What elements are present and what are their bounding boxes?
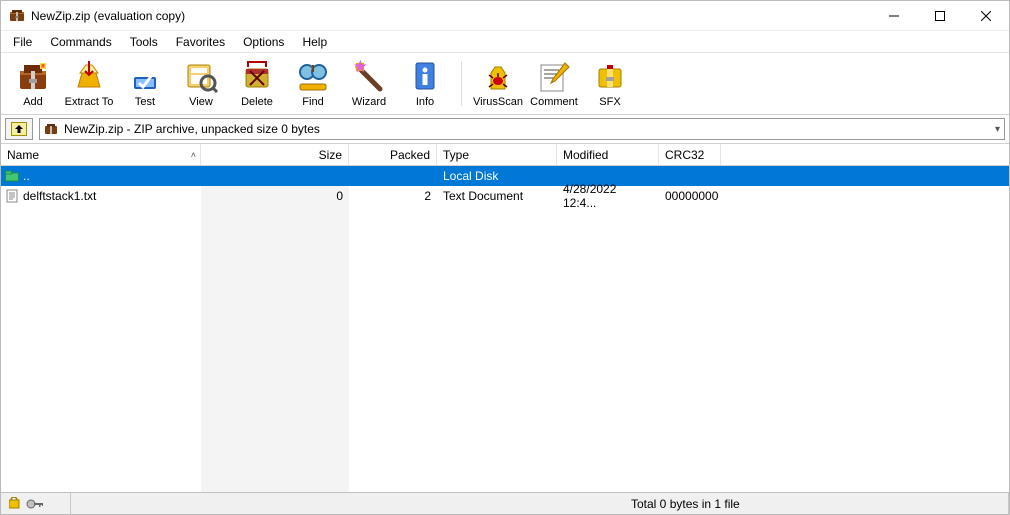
find-icon bbox=[296, 59, 330, 93]
toolbar-test-label: Test bbox=[135, 96, 155, 108]
status-left[interactable] bbox=[1, 493, 71, 514]
row-type: Local Disk bbox=[437, 169, 557, 183]
column-header-name-label: Name bbox=[7, 148, 39, 162]
toolbar-separator bbox=[461, 61, 462, 106]
row-name: .. bbox=[23, 169, 30, 183]
extract-icon bbox=[72, 59, 106, 93]
menu-file[interactable]: File bbox=[5, 33, 40, 51]
toolbar-add[interactable]: Add bbox=[7, 57, 59, 110]
menu-favorites[interactable]: Favorites bbox=[168, 33, 233, 51]
sfx-icon bbox=[593, 59, 627, 93]
maximize-button[interactable] bbox=[917, 1, 963, 31]
toolbar-test[interactable]: Test bbox=[119, 57, 171, 110]
address-text: NewZip.zip - ZIP archive, unpacked size … bbox=[64, 122, 320, 136]
toolbar-wizard[interactable]: Wizard bbox=[343, 57, 395, 110]
toolbar: Add Extract To Test bbox=[1, 53, 1009, 115]
toolbar-add-label: Add bbox=[23, 96, 43, 108]
toolbar-info[interactable]: Info bbox=[399, 57, 451, 110]
toolbar-sfx[interactable]: SFX bbox=[584, 57, 636, 110]
toolbar-virusscan-label: VirusScan bbox=[473, 96, 523, 108]
address-bar[interactable]: NewZip.zip - ZIP archive, unpacked size … bbox=[39, 118, 1005, 140]
menu-options[interactable]: Options bbox=[235, 33, 292, 51]
address-dropdown-icon[interactable]: ▾ bbox=[995, 124, 1000, 135]
toolbar-virusscan[interactable]: VirusScan bbox=[472, 57, 524, 110]
column-header-crc[interactable]: CRC32 bbox=[659, 144, 721, 165]
column-header-modified-label: Modified bbox=[563, 148, 608, 162]
status-bar: Total 0 bytes in 1 file bbox=[1, 492, 1009, 514]
folder-up-icon bbox=[5, 169, 19, 183]
column-header-type-label: Type bbox=[443, 148, 469, 162]
row-size: 0 bbox=[201, 189, 349, 203]
toolbar-info-label: Info bbox=[416, 96, 434, 108]
go-up-button[interactable] bbox=[5, 118, 33, 140]
menu-help[interactable]: Help bbox=[294, 33, 335, 51]
address-row: NewZip.zip - ZIP archive, unpacked size … bbox=[1, 115, 1009, 144]
file-list[interactable]: .. Local Disk delftstack1.txt 0 2 Text D… bbox=[1, 166, 1009, 492]
toolbar-wizard-label: Wizard bbox=[352, 96, 386, 108]
menu-bar: File Commands Tools Favorites Options He… bbox=[1, 31, 1009, 53]
toolbar-sfx-label: SFX bbox=[599, 96, 620, 108]
sort-ascending-icon: ˄ bbox=[191, 150, 196, 160]
menu-tools[interactable]: Tools bbox=[122, 33, 166, 51]
menu-commands[interactable]: Commands bbox=[42, 33, 119, 51]
toolbar-delete[interactable]: Delete bbox=[231, 57, 283, 110]
archive-icon bbox=[44, 122, 58, 136]
virusscan-icon bbox=[481, 59, 515, 93]
column-header-size-label: Size bbox=[319, 148, 342, 162]
size-column-stripe bbox=[201, 166, 349, 492]
status-total-text: Total 0 bytes in 1 file bbox=[631, 497, 740, 511]
column-headers: Name ˄ Size Packed Type Modified CRC32 bbox=[1, 144, 1009, 166]
list-row-file[interactable]: delftstack1.txt 0 2 Text Document 4/28/2… bbox=[1, 186, 1009, 206]
test-icon bbox=[128, 59, 162, 93]
toolbar-extract[interactable]: Extract To bbox=[63, 57, 115, 110]
toolbar-delete-label: Delete bbox=[241, 96, 273, 108]
column-header-name[interactable]: Name ˄ bbox=[1, 144, 201, 165]
toolbar-comment[interactable]: Comment bbox=[528, 57, 580, 110]
toolbar-find-label: Find bbox=[302, 96, 323, 108]
comment-icon bbox=[537, 59, 571, 93]
add-icon bbox=[16, 59, 50, 93]
toolbar-view-label: View bbox=[189, 96, 213, 108]
toolbar-view[interactable]: View bbox=[175, 57, 227, 110]
column-header-crc-label: CRC32 bbox=[665, 148, 704, 162]
minimize-button[interactable] bbox=[871, 1, 917, 31]
column-header-packed-label: Packed bbox=[390, 148, 430, 162]
status-total: Total 0 bytes in 1 file bbox=[623, 493, 1009, 514]
view-icon bbox=[184, 59, 218, 93]
toolbar-extract-label: Extract To bbox=[65, 96, 114, 108]
column-header-packed[interactable]: Packed bbox=[349, 144, 437, 165]
title-bar: NewZip.zip (evaluation copy) bbox=[1, 1, 1009, 31]
column-header-size[interactable]: Size bbox=[201, 144, 349, 165]
close-button[interactable] bbox=[963, 1, 1009, 31]
info-icon bbox=[408, 59, 442, 93]
status-security-icon bbox=[9, 497, 43, 511]
toolbar-find[interactable]: Find bbox=[287, 57, 339, 110]
wizard-icon bbox=[352, 59, 386, 93]
row-modified: 4/28/2022 12:4... bbox=[557, 182, 659, 210]
window-title: NewZip.zip (evaluation copy) bbox=[31, 9, 185, 23]
row-packed: 2 bbox=[349, 189, 437, 203]
row-crc: 00000000 bbox=[659, 189, 721, 203]
list-row-parent[interactable]: .. Local Disk bbox=[1, 166, 1009, 186]
toolbar-comment-label: Comment bbox=[530, 96, 578, 108]
column-header-type[interactable]: Type bbox=[437, 144, 557, 165]
text-file-icon bbox=[5, 189, 19, 203]
column-header-modified[interactable]: Modified bbox=[557, 144, 659, 165]
row-type: Text Document bbox=[437, 189, 557, 203]
delete-icon bbox=[240, 59, 274, 93]
row-name: delftstack1.txt bbox=[23, 189, 96, 203]
app-icon bbox=[9, 8, 25, 24]
